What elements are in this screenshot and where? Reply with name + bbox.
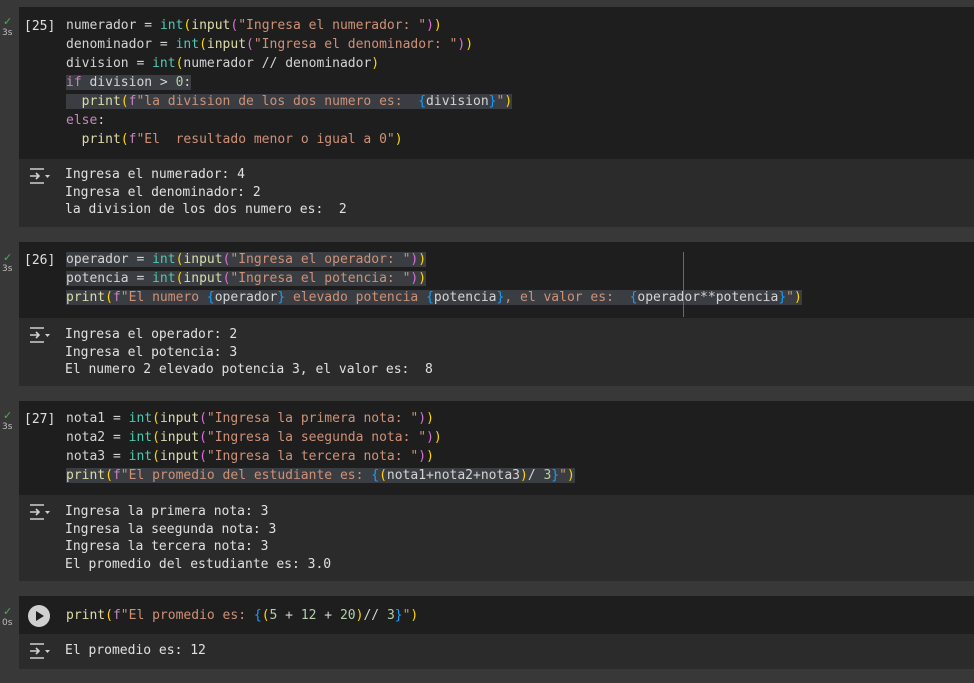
code-editor[interactable]: print(f"El promedio es: {(5 + 12 + 20)//… <box>66 606 418 625</box>
execution-time: 0s <box>2 618 13 628</box>
execution-time: 3s <box>2 422 13 432</box>
output-text: Ingresa la primera nota: 3 Ingresa la se… <box>65 504 332 572</box>
output-area-28: El promedio es: 12 <box>19 634 974 669</box>
output-text: El promedio es: 12 <box>65 643 206 658</box>
notebook: ✓ 3s [25] numerador = int(input("Ingresa… <box>0 0 974 683</box>
code-cell-25[interactable]: [25] numerador = int(input("Ingresa el n… <box>19 7 974 159</box>
output-toggle-icon[interactable] <box>29 326 51 344</box>
success-check-icon: ✓ <box>3 251 13 264</box>
output-toggle-icon[interactable] <box>29 642 51 660</box>
execution-count: [27] <box>24 412 56 427</box>
execution-time: 3s <box>2 28 13 38</box>
code-editor[interactable]: nota1 = int(input("Ingresa la primera no… <box>66 409 575 485</box>
output-toggle-icon[interactable] <box>29 503 51 521</box>
code-editor[interactable]: operador = int(input("Ingresa el operado… <box>66 250 802 307</box>
code-cell-27[interactable]: [27] nota1 = int(input("Ingresa la prime… <box>19 401 974 495</box>
code-editor[interactable]: numerador = int(input("Ingresa el numera… <box>66 16 513 149</box>
output-text: Ingresa el numerador: 4 Ingresa el denom… <box>65 167 347 217</box>
execution-time: 3s <box>2 264 13 274</box>
success-check-icon: ✓ <box>3 409 13 422</box>
code-cell-28[interactable]: print(f"El promedio es: {(5 + 12 + 20)//… <box>19 596 974 634</box>
code-cell-26[interactable]: [26] operador = int(input("Ingresa el op… <box>19 242 974 318</box>
output-area-26: Ingresa el operador: 2 Ingresa el potenc… <box>19 318 974 386</box>
text-cursor <box>683 252 684 317</box>
output-area-25: Ingresa el numerador: 4 Ingresa el denom… <box>19 159 974 227</box>
output-toggle-icon[interactable] <box>29 167 51 185</box>
success-check-icon: ✓ <box>3 15 13 28</box>
run-cell-button[interactable] <box>28 605 50 627</box>
execution-count: [25] <box>24 19 56 34</box>
output-text: Ingresa el operador: 2 Ingresa el potenc… <box>65 327 433 377</box>
play-icon <box>36 611 44 621</box>
output-area-27: Ingresa la primera nota: 3 Ingresa la se… <box>19 495 974 581</box>
execution-count: [26] <box>24 253 56 268</box>
success-check-icon: ✓ <box>3 605 13 618</box>
